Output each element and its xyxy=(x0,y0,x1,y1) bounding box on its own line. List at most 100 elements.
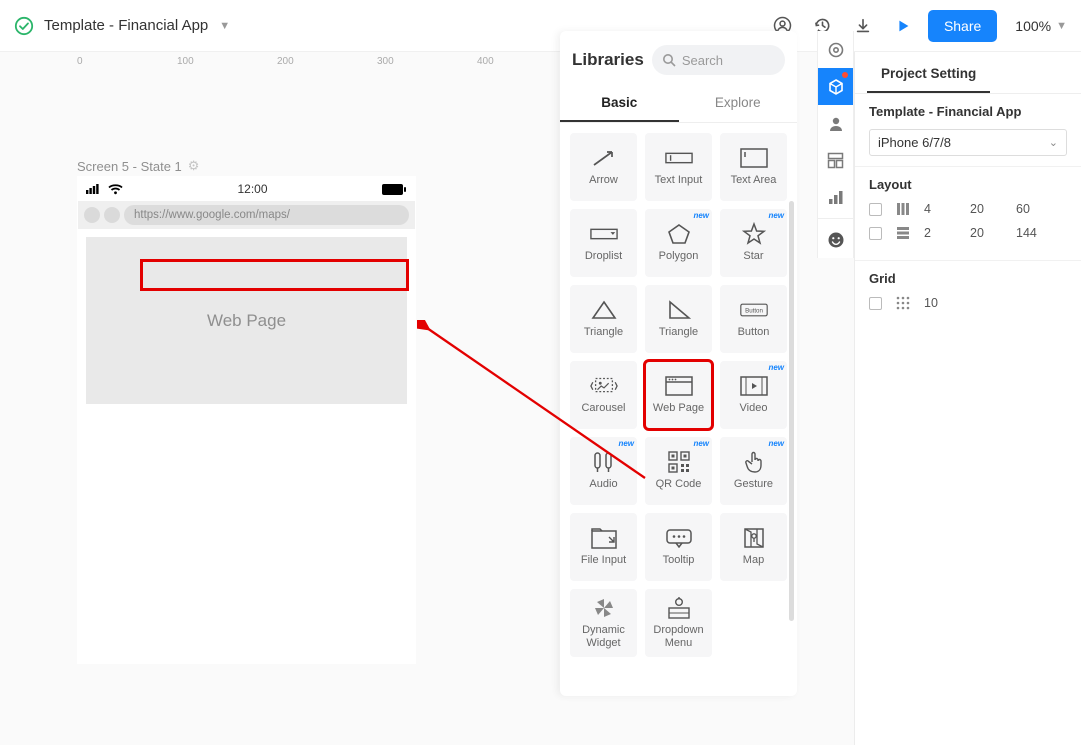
svg-text:Button: Button xyxy=(745,308,763,315)
triangle2-icon xyxy=(665,299,693,321)
tool-strip xyxy=(817,31,854,258)
lib-item-webpage[interactable]: Web Page xyxy=(645,361,712,429)
zoom-chevron-icon: ▼ xyxy=(1056,20,1067,32)
grid-icon xyxy=(894,296,912,310)
grid-row[interactable]: 10 xyxy=(869,296,1067,310)
textarea-icon xyxy=(740,147,768,169)
battery-icon xyxy=(382,184,407,195)
map-icon xyxy=(740,527,768,549)
tab-basic[interactable]: Basic xyxy=(560,85,679,122)
tool-target[interactable] xyxy=(818,31,853,68)
lib-item-tooltip[interactable]: Tooltip xyxy=(645,513,712,581)
screen-label[interactable]: Screen 5 - State 1 ⚙ xyxy=(77,158,199,174)
lib-item-label: Dropdown Menu xyxy=(645,624,712,648)
inspector-panel: Project Setting Template - Financial App… xyxy=(854,52,1081,745)
libraries-search[interactable]: Search xyxy=(652,45,785,75)
lib-item-label: Video xyxy=(740,402,768,414)
browser-header: https://www.google.com/maps/ xyxy=(78,201,415,229)
new-badge: new xyxy=(618,439,634,448)
lib-item-video[interactable]: newVideo xyxy=(720,361,787,429)
new-badge: new xyxy=(768,211,784,220)
lib-item-label: Triangle xyxy=(659,326,698,338)
lib-item-map[interactable]: Map xyxy=(720,513,787,581)
lib-item-button[interactable]: ButtonButton xyxy=(720,285,787,353)
checkbox[interactable] xyxy=(869,297,882,310)
dropdown-icon xyxy=(665,597,693,619)
lib-item-fileinput[interactable]: File Input xyxy=(570,513,637,581)
lib-item-label: Droplist xyxy=(585,250,622,262)
triangle1-icon xyxy=(590,299,618,321)
lib-item-label: Tooltip xyxy=(663,554,695,566)
zoom-level[interactable]: 100% ▼ xyxy=(1015,18,1067,34)
screen-settings-icon[interactable]: ⚙ xyxy=(188,158,200,174)
scroll-indicator[interactable] xyxy=(789,201,794,621)
checkbox[interactable] xyxy=(869,227,882,240)
arrow-icon xyxy=(590,147,618,169)
share-button[interactable]: Share xyxy=(928,10,997,42)
lib-item-dynamic[interactable]: Dynamic Widget xyxy=(570,589,637,657)
search-icon xyxy=(662,53,676,67)
tooltip-icon xyxy=(665,527,693,549)
tab-explore[interactable]: Explore xyxy=(679,85,798,122)
lib-item-label: Carousel xyxy=(581,402,625,414)
lib-item-textinput[interactable]: Text Input xyxy=(645,133,712,201)
audio-icon xyxy=(590,451,618,473)
lib-item-label: Text Area xyxy=(731,174,777,186)
carousel-icon xyxy=(590,375,618,397)
lib-item-polygon[interactable]: new Polygon xyxy=(645,209,712,277)
libraries-panel: Libraries Search Basic Explore ArrowText… xyxy=(560,31,797,696)
play-icon[interactable] xyxy=(888,11,918,41)
tool-assets[interactable] xyxy=(818,179,853,216)
lib-item-arrow[interactable]: Arrow xyxy=(570,133,637,201)
annotation-highlight-url xyxy=(140,259,409,291)
polygon-icon xyxy=(665,223,693,245)
project-name[interactable]: Template - Financial App xyxy=(44,17,208,34)
video-icon xyxy=(740,375,768,397)
lib-item-label: File Input xyxy=(581,554,626,566)
app-logo-icon xyxy=(14,16,34,36)
lib-item-label: Audio xyxy=(589,478,617,490)
phone-statusbar: 12:00 xyxy=(78,177,415,201)
wifi-icon xyxy=(108,184,123,195)
phone-frame[interactable]: 12:00 https://www.google.com/maps/ Web P… xyxy=(77,176,416,664)
lib-item-audio[interactable]: new Audio xyxy=(570,437,637,505)
layout-row-cols[interactable]: 4 20 60 xyxy=(869,202,1067,216)
lib-item-triangle2[interactable]: Triangle xyxy=(645,285,712,353)
lib-item-carousel[interactable]: Carousel xyxy=(570,361,637,429)
grid-heading: Grid xyxy=(869,271,1067,286)
lib-item-dropdown[interactable]: Dropdown Menu xyxy=(645,589,712,657)
layout-row-rows[interactable]: 2 20 144 xyxy=(869,226,1067,240)
qrcode-icon xyxy=(665,451,693,473)
tool-layout[interactable] xyxy=(818,142,853,179)
tool-components[interactable] xyxy=(818,68,853,105)
lib-item-qrcode[interactable]: newQR Code xyxy=(645,437,712,505)
inspector-project-name: Template - Financial App xyxy=(869,104,1067,119)
rows-icon xyxy=(894,226,912,240)
tool-emoji[interactable] xyxy=(818,221,853,258)
webpage-icon xyxy=(665,375,693,397)
zoom-value: 100% xyxy=(1015,18,1051,34)
lib-item-label: Gesture xyxy=(734,478,773,490)
lib-item-star[interactable]: new Star xyxy=(720,209,787,277)
tab-circle-icon xyxy=(104,207,120,223)
lib-item-textarea[interactable]: Text Area xyxy=(720,133,787,201)
device-select[interactable]: iPhone 6/7/8⌄ xyxy=(869,129,1067,156)
lib-item-gesture[interactable]: newGesture xyxy=(720,437,787,505)
lib-item-label: Dynamic Widget xyxy=(570,624,637,648)
tool-user[interactable] xyxy=(818,105,853,142)
project-chevron-icon[interactable]: ▼ xyxy=(219,20,230,32)
droplist-icon xyxy=(590,223,618,245)
lib-item-label: Arrow xyxy=(589,174,618,186)
status-time: 12:00 xyxy=(237,182,267,196)
url-bar[interactable]: https://www.google.com/maps/ xyxy=(124,205,409,225)
tab-circle-icon xyxy=(84,207,100,223)
lib-item-triangle1[interactable]: Triangle xyxy=(570,285,637,353)
new-badge: new xyxy=(693,211,709,220)
lib-item-label: Star xyxy=(743,250,763,262)
lib-item-label: Text Input xyxy=(655,174,703,186)
inspector-tab-project[interactable]: Project Setting xyxy=(867,52,990,93)
lib-item-droplist[interactable]: Droplist xyxy=(570,209,637,277)
checkbox[interactable] xyxy=(869,203,882,216)
columns-icon xyxy=(894,202,912,216)
lib-item-label: Polygon xyxy=(659,250,699,262)
